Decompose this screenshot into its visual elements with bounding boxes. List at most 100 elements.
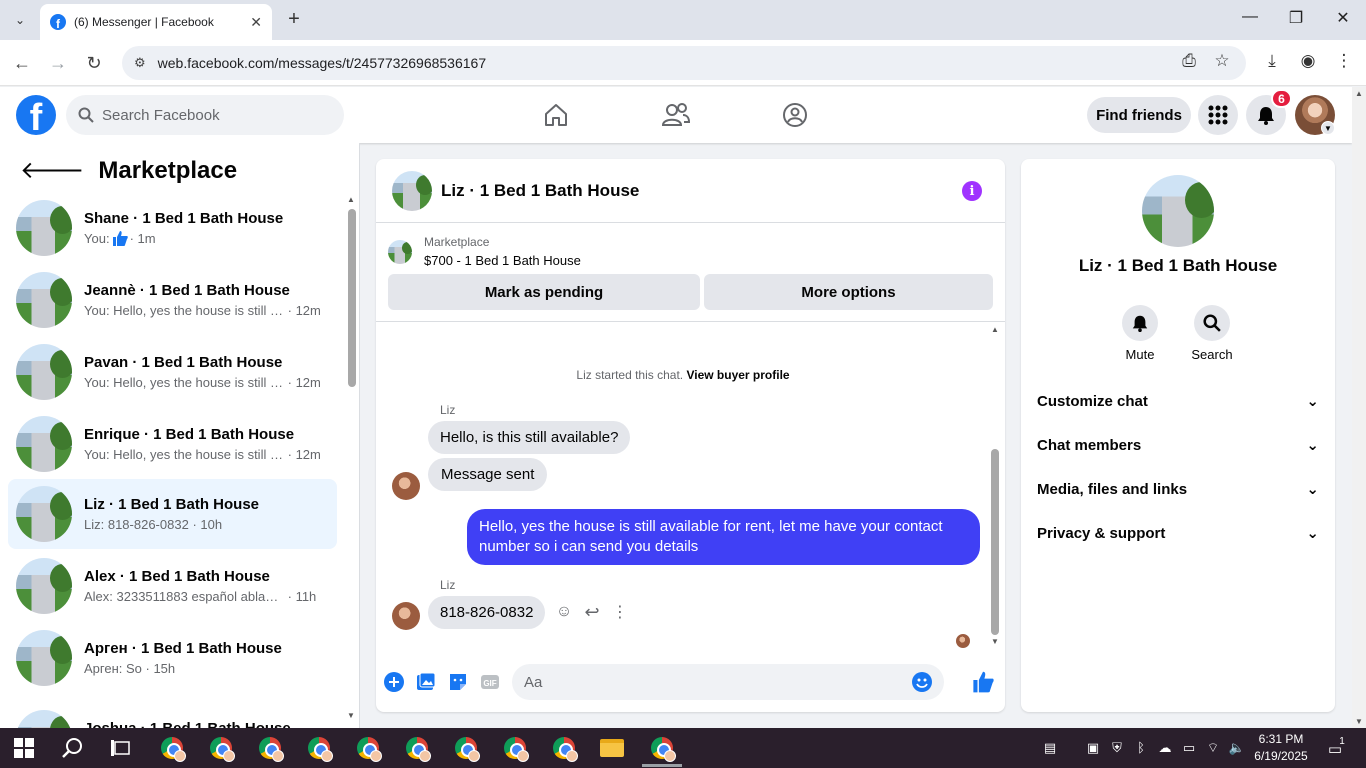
profile-icon[interactable]: ◉ — [1296, 51, 1320, 71]
scroll-down-arrow-icon[interactable]: ▼ — [989, 637, 1001, 646]
restore-icon[interactable]: ❐ — [1284, 8, 1308, 28]
facebook-search-box[interactable] — [66, 95, 344, 135]
view-buyer-profile-link[interactable]: View buyer profile — [686, 368, 789, 382]
marketplace-listing-row[interactable]: Marketplace $700 - 1 Bed 1 Bath House — [388, 235, 581, 268]
address-bar[interactable]: ⚙ web.facebook.com/messages/t/2457732696… — [122, 46, 1246, 80]
chat-scrollbar[interactable]: ▲ ▼ — [989, 325, 1001, 649]
forward-arrow-icon[interactable]: → — [46, 51, 70, 75]
tab-close-icon[interactable]: ✕ — [250, 14, 262, 31]
security-shield-icon[interactable]: ⛨ — [1108, 740, 1126, 756]
sidebar-scrollbar[interactable]: ▲ ▼ — [346, 193, 356, 723]
chrome-app-icon[interactable] — [256, 734, 284, 762]
outgoing-message[interactable]: Hello, yes the house is still available … — [467, 509, 980, 565]
find-friends-button[interactable]: Find friends — [1087, 97, 1191, 133]
wifi-icon[interactable]: ⌔ — [1204, 740, 1222, 756]
scroll-down-arrow-icon[interactable]: ▼ — [1352, 717, 1366, 726]
incoming-message[interactable]: Hello, is this still available? — [428, 421, 631, 454]
chat-members-row[interactable]: Chat members ⌄ — [1037, 430, 1319, 460]
chrome-app-icon[interactable] — [550, 734, 578, 762]
friends-icon[interactable] — [660, 99, 692, 131]
reload-icon[interactable]: ↻ — [82, 51, 106, 75]
conversation-item-pavan[interactable]: Pavan · 1 Bed 1 Bath House You: Hello, y… — [8, 337, 337, 407]
conversation-item-jeanne[interactable]: Jeannè · 1 Bed 1 Bath House You: Hello, … — [8, 265, 337, 335]
back-arrow-icon[interactable]: 🡐 — [20, 159, 84, 183]
chrome-app-icon[interactable] — [403, 734, 431, 762]
meet-now-icon[interactable]: ▣ — [1084, 740, 1102, 756]
incoming-message[interactable]: 818-826-0832 — [428, 596, 546, 629]
facebook-search-input[interactable] — [102, 106, 322, 124]
battery-icon[interactable]: ▭ — [1180, 740, 1198, 756]
clock-time[interactable]: 6:31 PM — [1248, 732, 1314, 746]
search-icon[interactable] — [58, 734, 86, 762]
account-chevron-down-icon[interactable]: ▼ — [1321, 121, 1335, 135]
message-input-box[interactable] — [512, 664, 944, 700]
customize-chat-row[interactable]: Customize chat ⌄ — [1037, 386, 1319, 416]
incoming-message[interactable]: Message sent — [428, 458, 548, 491]
conversation-info-icon[interactable]: i — [962, 181, 982, 201]
chrome-app-icon-active[interactable] — [648, 734, 676, 762]
conversation-item-alex[interactable]: Alex · 1 Bed 1 Bath House Alex: 32335118… — [8, 551, 337, 621]
mark-as-pending-button[interactable]: Mark as pending — [388, 274, 700, 310]
scroll-up-arrow-icon[interactable]: ▲ — [989, 325, 1001, 334]
install-app-icon[interactable]: ⎙ — [1177, 51, 1201, 71]
info-listing-photo[interactable] — [1142, 175, 1214, 247]
volume-icon[interactable]: 🔈 — [1228, 740, 1246, 756]
groups-icon[interactable] — [779, 99, 811, 131]
file-explorer-icon[interactable] — [598, 734, 626, 762]
search-in-conversation-button[interactable]: Search — [1182, 305, 1242, 362]
browser-tab-messenger[interactable]: f (6) Messenger | Facebook ✕ — [40, 4, 272, 40]
menu-grid-icon[interactable] — [1198, 95, 1238, 135]
window-close-icon[interactable]: ✕ — [1331, 8, 1355, 28]
chrome-app-icon[interactable] — [452, 734, 480, 762]
facebook-logo-icon[interactable]: f — [16, 95, 56, 135]
scroll-down-arrow-icon[interactable]: ▼ — [346, 711, 356, 720]
emoji-smiley-icon[interactable] — [912, 672, 932, 692]
sender-avatar[interactable] — [392, 602, 420, 630]
chrome-app-icon[interactable] — [305, 734, 333, 762]
minimize-icon[interactable]: — — [1238, 8, 1262, 26]
scroll-up-arrow-icon[interactable]: ▲ — [346, 195, 356, 204]
privacy-support-row[interactable]: Privacy & support ⌄ — [1037, 518, 1319, 548]
bluetooth-icon[interactable]: ᛒ — [1132, 740, 1150, 755]
chat-listing-thumbnail[interactable] — [392, 170, 432, 211]
home-icon[interactable] — [540, 99, 572, 131]
keyboard-icon[interactable]: ▤ — [1038, 740, 1062, 756]
conversation-item-liz[interactable]: Liz · 1 Bed 1 Bath House Liz: 818-826-08… — [8, 479, 337, 549]
send-like-thumbs-up-icon[interactable] — [972, 671, 994, 693]
reply-arrow-icon[interactable]: ↩ — [582, 602, 602, 622]
sender-avatar[interactable] — [392, 472, 420, 500]
plus-circle-icon[interactable] — [383, 671, 405, 693]
sticker-icon[interactable] — [447, 671, 469, 693]
bookmark-star-icon[interactable]: ☆ — [1210, 51, 1234, 71]
conversation-item-shane[interactable]: Shane · 1 Bed 1 Bath House You: · 1m — [8, 193, 337, 263]
chrome-app-icon[interactable] — [158, 734, 186, 762]
task-view-icon[interactable] — [106, 734, 134, 762]
scrollbar-thumb[interactable] — [348, 209, 356, 387]
new-tab-plus-icon[interactable]: + — [282, 8, 306, 32]
message-input[interactable] — [524, 673, 904, 691]
mute-button[interactable]: Mute — [1110, 305, 1170, 362]
download-icon[interactable]: ⤓ — [1260, 51, 1284, 71]
cloud-offline-icon[interactable]: ☁ — [1156, 740, 1174, 756]
windows-start-icon[interactable] — [14, 738, 34, 758]
more-actions-icon[interactable]: ⋮ — [610, 602, 630, 622]
scroll-up-arrow-icon[interactable]: ▲ — [1352, 89, 1366, 98]
tab-search-chevron-icon[interactable]: ⌄ — [8, 8, 32, 32]
chrome-app-icon[interactable] — [354, 734, 382, 762]
scrollbar-thumb[interactable] — [991, 449, 999, 635]
more-options-button[interactable]: More options — [704, 274, 993, 310]
conversation-item-argen[interactable]: Арген · 1 Bed 1 Bath House Арген: So · 1… — [8, 623, 337, 693]
chrome-app-icon[interactable] — [501, 734, 529, 762]
gallery-icon[interactable] — [415, 671, 437, 693]
conversation-item-enrique[interactable]: Enrique · 1 Bed 1 Bath House You: Hello,… — [8, 409, 337, 479]
clock-date[interactable]: 6/19/2025 — [1248, 749, 1314, 763]
page-scrollbar[interactable]: ▲ ▼ — [1352, 87, 1366, 728]
back-arrow-icon[interactable]: ← — [10, 51, 34, 75]
react-emoji-icon[interactable]: ☺ — [554, 602, 574, 622]
chrome-app-icon[interactable] — [207, 734, 235, 762]
chat-title[interactable]: Liz · 1 Bed 1 Bath House — [441, 181, 639, 201]
conversation-item-joshua[interactable]: Joshua · 1 Bed 1 Bath House — [8, 695, 337, 728]
gif-icon[interactable]: GIF — [479, 671, 501, 693]
browser-menu-icon[interactable]: ⋮ — [1332, 51, 1356, 71]
media-files-links-row[interactable]: Media, files and links ⌄ — [1037, 474, 1319, 504]
